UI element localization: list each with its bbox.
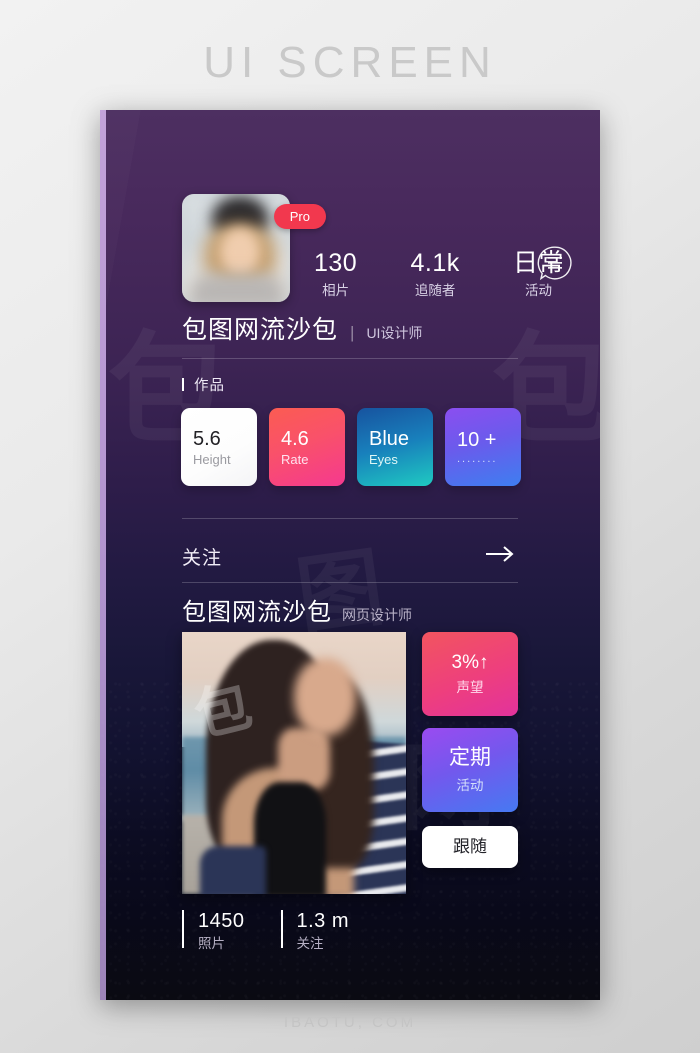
profile-name: 包图网流沙包 — [182, 316, 339, 344]
header-stats: 130 相片 4.1k 追随者 日常 活动 — [314, 250, 564, 299]
side-card-value: 定期 — [449, 746, 491, 770]
follow-row[interactable]: 关注 — [182, 530, 518, 582]
phone-mockup: 包 包 图 网 Pro 130 相片 4.1k 追随者 — [100, 110, 600, 1000]
work-card-more[interactable]: 10 + ........ — [445, 408, 521, 486]
follow-button-label: 跟随 — [453, 837, 487, 857]
avatar-face — [220, 228, 260, 276]
card-label: ........ — [457, 453, 498, 465]
pro-badge: Pro — [273, 204, 326, 229]
arrow-right-icon[interactable] — [484, 544, 518, 569]
photo-neck — [278, 728, 330, 790]
card-value: 4.6 — [281, 427, 309, 450]
divider — [182, 358, 518, 359]
featured-name: 包图网流沙包 — [182, 599, 332, 626]
bottom-stat-follows[interactable]: 1.3 m 关注 — [280, 910, 350, 953]
card-label: Rate — [281, 451, 309, 467]
featured-side-cards: 3%↑ 声望 定期 活动 跟随 — [422, 632, 518, 868]
page-footer: IBAOTU, COM — [283, 1014, 417, 1031]
divider — [182, 518, 518, 519]
photo-arm — [200, 846, 266, 894]
photo-face — [294, 658, 356, 736]
featured-photo[interactable]: 包 — [182, 632, 406, 894]
profile-role: UI设计师 — [366, 325, 423, 341]
stat-accent-bar — [182, 910, 184, 948]
page-title: UI SCREEN — [203, 38, 497, 87]
section-accent-bar — [182, 378, 184, 391]
side-card-value: 3%↑ — [451, 651, 489, 673]
stat-label: 追随者 — [414, 283, 456, 299]
profile-name-row: 包图网流沙包 | UI设计师 — [182, 310, 422, 346]
avatar-wrap[interactable]: Pro — [182, 194, 326, 302]
featured-title-row: 包图网流沙包 网页设计师 — [182, 592, 412, 627]
bottom-stat-photos[interactable]: 1450 照片 — [182, 910, 245, 953]
profile-separator: | — [350, 323, 355, 342]
stat-label: 相片 — [322, 283, 350, 299]
stat-accent-bar — [280, 910, 283, 948]
featured-bottom-stats: 1450 照片 1.3 m 关注 — [182, 910, 385, 953]
work-cards: 5.6 Height 4.6 Rate Blue Eyes 10 + .....… — [181, 408, 521, 486]
stat-value: 130 — [314, 249, 358, 277]
work-card-eyes[interactable]: Blue Eyes — [357, 408, 433, 486]
stat-label: 活动 — [524, 283, 552, 299]
follow-button[interactable]: 跟随 — [422, 826, 518, 868]
header-stat-photos[interactable]: 130 相片 — [314, 250, 357, 299]
stat-label: 照片 — [198, 936, 225, 951]
card-value: 5.6 — [193, 427, 221, 450]
side-card-label: 活动 — [456, 777, 484, 793]
work-card-rate[interactable]: 4.6 Rate — [269, 408, 345, 486]
side-card-reputation[interactable]: 3%↑ 声望 — [422, 632, 518, 716]
stat-value: 1450 — [198, 910, 245, 932]
header-stat-followers[interactable]: 4.1k 追随者 — [410, 250, 459, 299]
divider — [182, 582, 518, 583]
side-card-label: 声望 — [456, 680, 484, 696]
follow-label: 关注 — [182, 547, 223, 569]
stat-label: 关注 — [296, 936, 324, 951]
card-label: Eyes — [369, 451, 398, 467]
card-label: Height — [193, 451, 231, 467]
chat-bubble-menu-icon[interactable] — [536, 244, 574, 282]
avatar[interactable] — [182, 194, 290, 302]
works-section-label: 作品 — [182, 374, 225, 395]
card-value: Blue — [369, 427, 410, 450]
stat-value: 4.1k — [410, 249, 460, 277]
work-card-height[interactable]: 5.6 Height — [181, 408, 257, 486]
stat-value: 1.3 m — [296, 910, 350, 932]
featured-role: 网页设计师 — [342, 607, 412, 623]
card-value: 10 + — [457, 429, 497, 451]
section-label-text: 作品 — [194, 378, 225, 394]
side-card-activity[interactable]: 定期 活动 — [422, 728, 518, 812]
avatar-body — [190, 274, 284, 302]
